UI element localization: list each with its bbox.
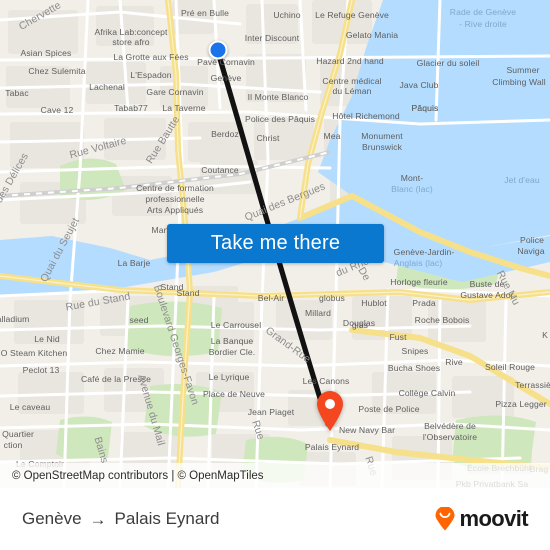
moovit-pin-icon — [435, 507, 455, 531]
destination-pin-icon — [317, 391, 343, 431]
moovit-wordmark: moovit — [459, 506, 528, 531]
attribution-text: © OpenStreetMap contributors | © OpenMap… — [12, 469, 264, 482]
take-me-there-label: Take me there — [210, 232, 341, 254]
moovit-logo[interactable]: moovit — [434, 506, 529, 532]
origin-marker[interactable] — [208, 40, 228, 60]
route-summary: Genève → Palais Eynard — [22, 509, 219, 529]
map-share-card: Chervette Pré en Bulle Uchino Le Refuge Gen… — [0, 0, 550, 550]
route-origin-label: Genève — [22, 509, 82, 528]
footer-bar: Genève → Palais Eynard moovit — [0, 488, 550, 550]
destination-marker[interactable] — [315, 390, 345, 437]
route-destination-label: Palais Eynard — [114, 509, 220, 528]
arrow-right-icon: → — [89, 509, 107, 529]
map-attribution[interactable]: © OpenStreetMap contributors | © OpenMap… — [0, 463, 550, 488]
take-me-there-button[interactable]: Take me there — [167, 224, 384, 263]
map-canvas[interactable]: Chervette Pré en Bulle Uchino Le Refuge Gen… — [0, 0, 550, 488]
